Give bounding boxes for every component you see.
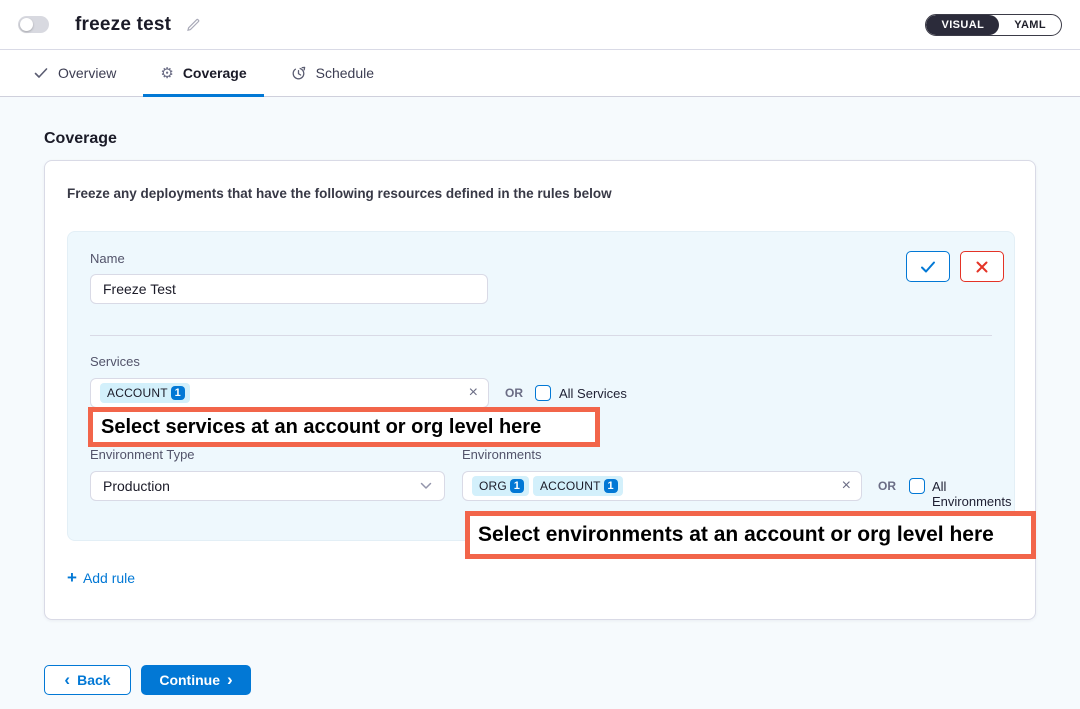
- freeze-studio-window: freeze test VISUAL YAML Overview ⚙ Cover…: [0, 0, 1080, 709]
- chevron-down-icon: [420, 482, 432, 490]
- rule-card: Name Freeze Test Services ACCOUNT 1 × OR…: [67, 231, 1015, 541]
- environment-scope-chip[interactable]: ORG 1: [472, 476, 529, 496]
- section-title: Coverage: [44, 130, 117, 148]
- services-or-label: OR: [505, 386, 523, 400]
- rule-actions: [906, 251, 1004, 282]
- edit-pencil-icon[interactable]: [185, 16, 202, 33]
- services-annotation-callout: Select services at an account or org lev…: [88, 407, 600, 447]
- visual-yaml-toggle: VISUAL YAML: [925, 14, 1062, 36]
- tab-coverage[interactable]: ⚙ Coverage: [143, 50, 263, 96]
- rule-name-value: Freeze Test: [103, 281, 176, 297]
- name-label: Name: [90, 251, 125, 266]
- environments-annotation-callout: Select environments at an account or org…: [465, 511, 1036, 559]
- yaml-toggle-button[interactable]: YAML: [999, 15, 1061, 35]
- rule-divider: [90, 335, 992, 336]
- chip-text: ORG: [479, 479, 507, 493]
- close-icon: [975, 260, 989, 274]
- chip-count-badge: 1: [171, 386, 185, 400]
- all-environments-checkbox[interactable]: [909, 478, 925, 494]
- services-multiselect[interactable]: ACCOUNT 1 ×: [90, 378, 489, 408]
- tab-schedule[interactable]: Schedule: [274, 50, 391, 96]
- services-label: Services: [90, 354, 140, 369]
- environment-type-value: Production: [103, 478, 170, 494]
- service-scope-chip[interactable]: ACCOUNT 1: [100, 383, 190, 403]
- add-rule-link[interactable]: + Add rule: [67, 569, 135, 586]
- chevron-right-icon: ›: [227, 671, 233, 688]
- visual-toggle-button[interactable]: VISUAL: [926, 15, 999, 35]
- continue-button[interactable]: Continue ›: [141, 665, 251, 695]
- tab-overview-label: Overview: [58, 65, 116, 81]
- environment-type-select[interactable]: Production: [90, 471, 445, 501]
- gear-icon: ⚙: [160, 66, 173, 81]
- chevron-left-icon: ‹: [64, 671, 70, 688]
- chip-text: ACCOUNT: [107, 386, 168, 400]
- environment-type-label: Environment Type: [90, 447, 195, 462]
- tab-overview[interactable]: Overview: [16, 50, 133, 96]
- page-title: freeze test: [75, 14, 171, 36]
- chip-count-badge: 1: [510, 479, 524, 493]
- environment-scope-chip[interactable]: ACCOUNT 1: [533, 476, 623, 496]
- environments-clear-icon[interactable]: ×: [842, 478, 851, 494]
- header-bar: freeze test VISUAL YAML: [0, 0, 1080, 50]
- environments-or-label: OR: [878, 479, 896, 493]
- check-icon: [919, 259, 937, 275]
- add-rule-label: Add rule: [83, 570, 135, 586]
- services-clear-icon[interactable]: ×: [469, 385, 478, 401]
- chip-count-badge: 1: [604, 479, 618, 493]
- back-button[interactable]: ‹ Back: [44, 665, 131, 695]
- all-environments-label: All Environments: [932, 479, 1014, 509]
- chip-text: ACCOUNT: [540, 479, 601, 493]
- back-button-label: Back: [77, 672, 110, 688]
- tab-bar: Overview ⚙ Coverage Schedule: [0, 50, 1080, 97]
- rule-name-input[interactable]: Freeze Test: [90, 274, 488, 304]
- schedule-clock-icon: [291, 65, 307, 81]
- environments-multiselect[interactable]: ORG 1 ACCOUNT 1 ×: [462, 471, 862, 501]
- environments-label: Environments: [462, 447, 541, 462]
- continue-button-label: Continue: [159, 672, 220, 688]
- tab-coverage-label: Coverage: [183, 65, 247, 81]
- freeze-enabled-toggle[interactable]: [18, 16, 49, 33]
- delete-rule-button[interactable]: [960, 251, 1004, 282]
- tab-schedule-label: Schedule: [316, 65, 374, 81]
- apply-rule-button[interactable]: [906, 251, 950, 282]
- all-services-checkbox[interactable]: [535, 385, 551, 401]
- coverage-description: Freeze any deployments that have the fol…: [67, 186, 612, 201]
- check-icon: [33, 65, 49, 81]
- all-services-label: All Services: [559, 386, 627, 401]
- plus-icon: +: [67, 569, 77, 586]
- toggle-knob: [20, 18, 33, 31]
